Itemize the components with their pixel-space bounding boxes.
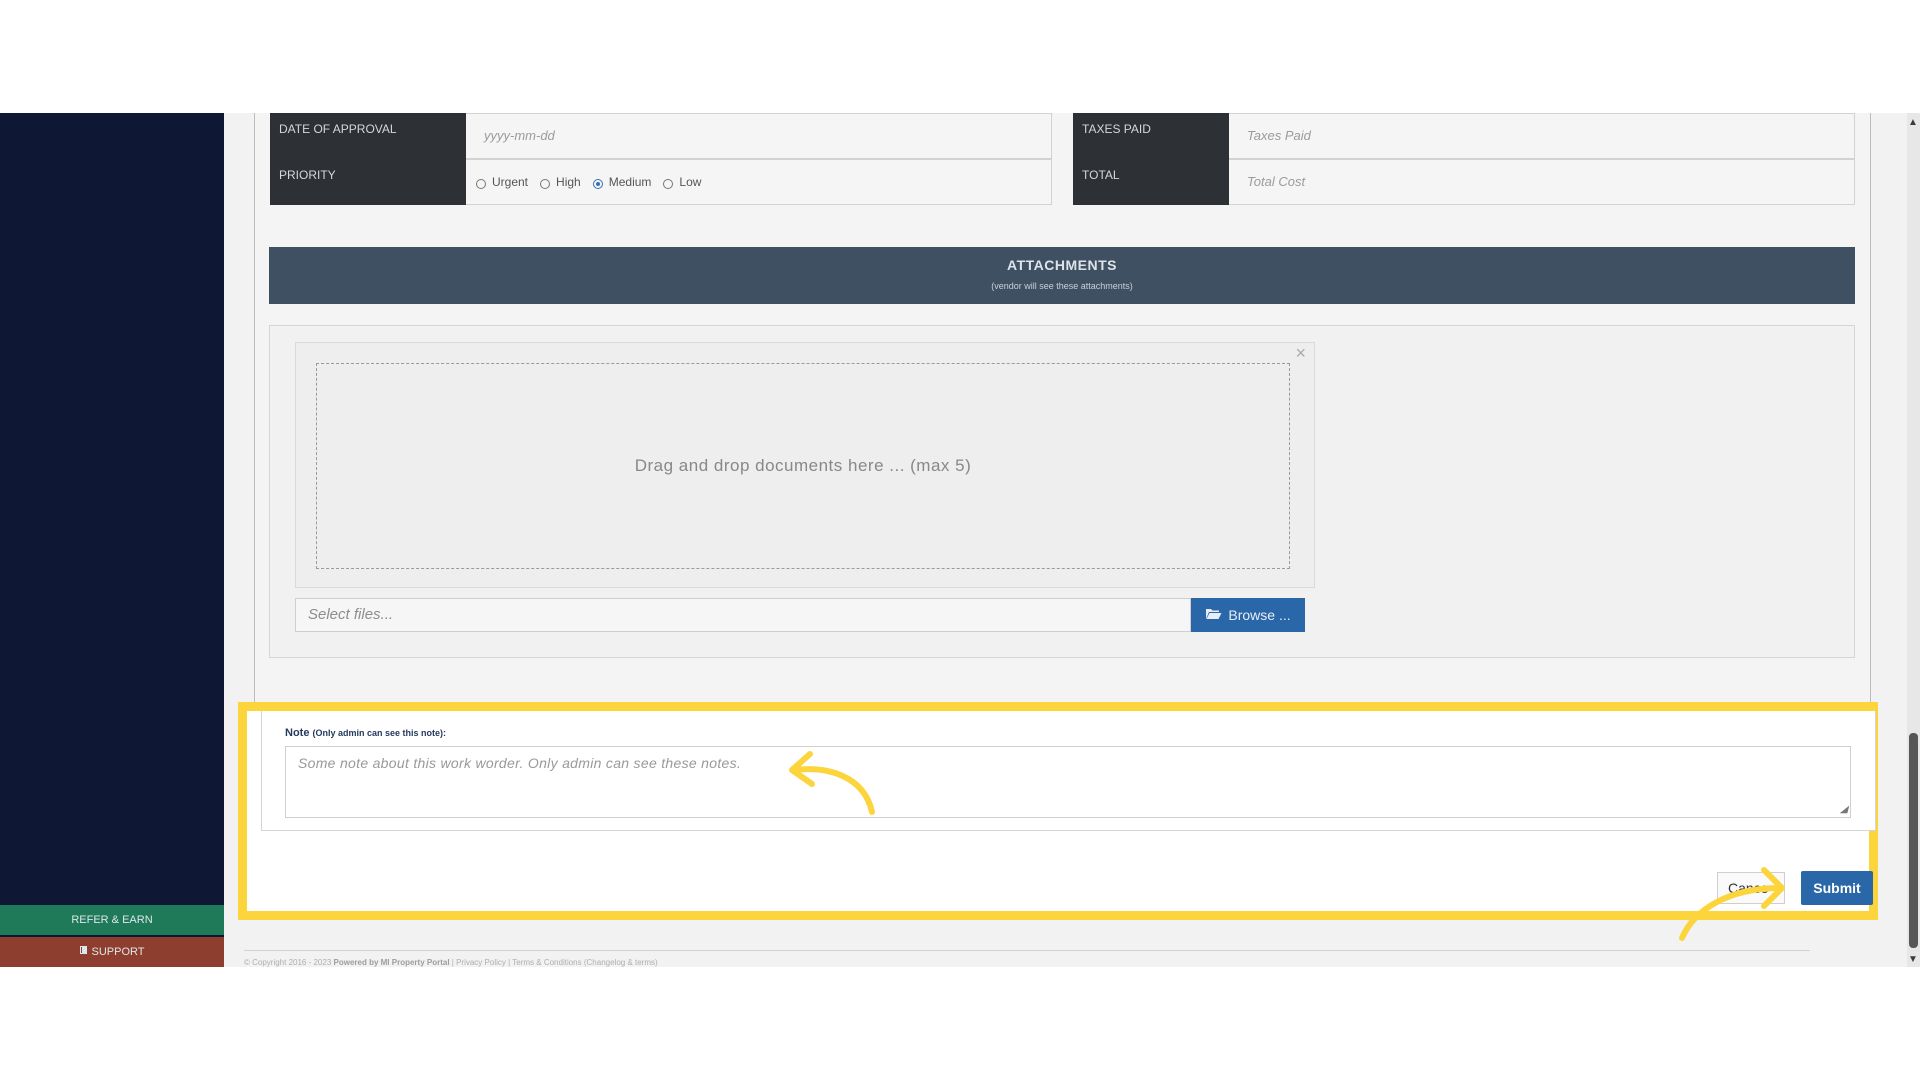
priority-label: PRIORITY <box>270 159 466 205</box>
highlight-box: Note (Only admin can see this note): Som… <box>238 702 1878 920</box>
support-label: SUPPORT <box>91 946 145 958</box>
total-input[interactable]: Total Cost <box>1229 159 1855 205</box>
triangle-down-icon[interactable]: ▼ <box>1908 954 1918 965</box>
radio-circle-icon <box>663 179 674 189</box>
footer-powered-link[interactable]: Powered by MI Property Portal <box>334 958 450 967</box>
date-approval-row: DATE OF APPROVAL yyyy-mm-dd <box>270 113 1052 159</box>
taxes-paid-label: TAXES PAID <box>1073 113 1229 159</box>
total-row: TOTAL Total Cost <box>1073 159 1855 205</box>
page-scrollbar[interactable]: ▲ ▼ <box>1907 113 1920 967</box>
sidebar: REFER & EARN SUPPORT <box>0 113 224 967</box>
date-approval-input[interactable]: yyyy-mm-dd <box>466 113 1052 159</box>
priority-medium-label: Medium <box>608 175 652 189</box>
resize-handle-icon[interactable]: ◢ <box>1840 804 1848 815</box>
priority-medium-radio[interactable]: Medium <box>592 175 652 189</box>
footer: © Copyright 2016 - 2023 Powered by MI Pr… <box>244 950 1810 967</box>
scrollbar-thumb[interactable] <box>1909 733 1918 948</box>
date-approval-label: DATE OF APPROVAL <box>270 113 466 159</box>
dropzone-container: × Drag and drop documents here ... (max … <box>295 342 1315 588</box>
footer-extra: (Changelog & terms) <box>583 958 658 967</box>
priority-low-label: Low <box>679 175 702 189</box>
priority-high-radio[interactable]: High <box>540 175 581 189</box>
note-textarea[interactable]: Some note about this work worder. Only a… <box>285 746 1851 818</box>
refer-earn-button[interactable]: REFER & EARN <box>0 905 224 935</box>
footer-copyright: © Copyright 2016 - 2023 <box>244 958 332 967</box>
taxes-paid-input[interactable]: Taxes Paid <box>1229 113 1855 159</box>
browse-button[interactable]: Browse ... <box>1191 598 1305 632</box>
folder-open-icon <box>1205 607 1228 623</box>
footer-privacy-link[interactable]: Privacy Policy <box>456 958 506 967</box>
footer-terms-link[interactable]: Terms & Conditions <box>512 958 581 967</box>
note-title: Note <box>285 727 310 739</box>
browse-label: Browse ... <box>1228 607 1291 623</box>
attachments-box: × Drag and drop documents here ... (max … <box>269 325 1855 658</box>
priority-low-radio[interactable]: Low <box>663 175 701 189</box>
cancel-button[interactable]: Cance <box>1717 872 1785 904</box>
support-button[interactable]: SUPPORT <box>0 937 224 967</box>
file-select-input[interactable]: Select files... <box>295 598 1191 632</box>
note-hint: (Only admin can see this note): <box>312 728 447 738</box>
attachments-header: ATTACHMENTS (vendor will see these attac… <box>269 247 1855 304</box>
priority-urgent-label: Urgent <box>492 175 529 189</box>
note-card: Note (Only admin can see this note): Som… <box>261 711 1876 831</box>
book-icon <box>79 946 91 958</box>
priority-urgent-radio[interactable]: Urgent <box>476 175 528 189</box>
triangle-up-icon[interactable]: ▲ <box>1908 117 1918 128</box>
refer-earn-label: REFER & EARN <box>71 914 153 926</box>
dropzone[interactable]: Drag and drop documents here ... (max 5) <box>316 363 1290 569</box>
note-label: Note (Only admin can see this note): <box>285 727 446 739</box>
radio-circle-icon <box>476 179 486 189</box>
priority-high-label: High <box>556 175 581 189</box>
priority-row: PRIORITY Urgent High Medium Low <box>270 159 1052 205</box>
total-label: TOTAL <box>1073 159 1229 205</box>
submit-button[interactable]: Submit <box>1801 871 1873 905</box>
close-icon[interactable]: × <box>1295 343 1306 364</box>
radio-circle-icon <box>540 179 551 189</box>
attachments-title: ATTACHMENTS <box>1007 257 1117 273</box>
taxes-paid-row: TAXES PAID Taxes Paid <box>1073 113 1855 159</box>
priority-options: Urgent High Medium Low <box>466 159 1052 205</box>
dropzone-text: Drag and drop documents here ... (max 5) <box>634 456 972 475</box>
attachments-subtitle: (vendor will see these attachments) <box>991 281 1133 291</box>
radio-selected-icon <box>592 179 603 189</box>
note-placeholder: Some note about this work worder. Only a… <box>298 755 742 771</box>
